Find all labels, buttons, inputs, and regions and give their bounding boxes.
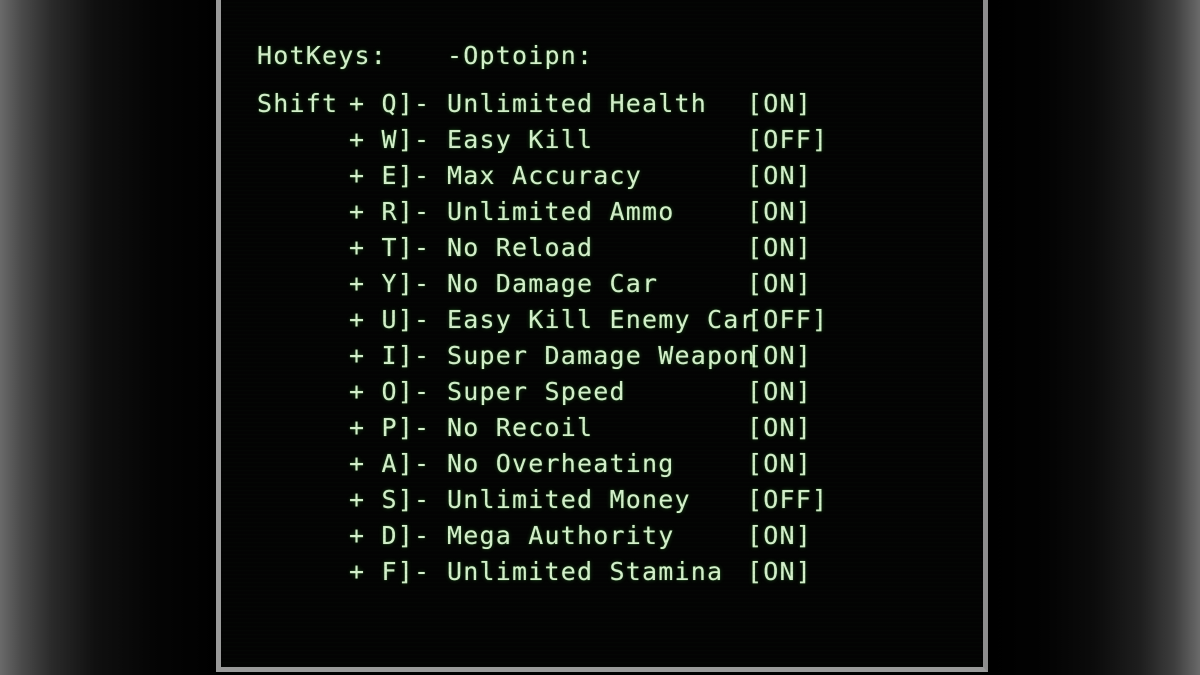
column-header-row: HotKeys: -Optoipn: — [257, 38, 983, 74]
hotkey-binding: + Q]- — [349, 89, 431, 118]
cheat-option-label: No Reload — [447, 233, 594, 262]
cheat-status-badge[interactable]: [ON] — [747, 86, 867, 122]
cheat-option-row[interactable]: + W]- Easy Kill [OFF] — [257, 122, 983, 158]
cheat-option-label: Super Damage Weapon — [447, 341, 756, 370]
right-vignette — [988, 0, 1200, 675]
hotkey-binding: + D]- — [349, 521, 431, 550]
cheat-option-row[interactable]: + A]- No Overheating [ON] — [257, 446, 983, 482]
cheat-status-badge[interactable]: [ON] — [747, 158, 867, 194]
cheat-option-label: No Recoil — [447, 413, 594, 442]
cheat-option-label: Easy Kill Enemy Car — [447, 305, 756, 334]
cheat-option-label: Unlimited Ammo — [447, 197, 675, 226]
cheat-status-badge[interactable]: [ON] — [747, 554, 867, 590]
cheat-option-row[interactable]: + E]- Max Accuracy [ON] — [257, 158, 983, 194]
hotkey-binding: + A]- — [349, 449, 431, 478]
hotkey-binding: + W]- — [349, 125, 431, 154]
cheat-status-badge[interactable]: [OFF] — [747, 302, 867, 338]
hotkey-binding: + S]- — [349, 485, 431, 514]
cheat-option-row[interactable]: + S]- Unlimited Money [OFF] — [257, 482, 983, 518]
cheat-option-label: Max Accuracy — [447, 161, 643, 190]
hotkeys-column-header: HotKeys: — [257, 41, 388, 70]
modifier-key-label: Shift — [257, 89, 339, 118]
hotkey-binding: + P]- — [349, 413, 431, 442]
hotkey-binding: + I]- — [349, 341, 431, 370]
cheat-status-badge[interactable]: [ON] — [747, 410, 867, 446]
cheat-status-badge[interactable]: [ON] — [747, 230, 867, 266]
cheat-option-row[interactable]: + Y]- No Damage Car [ON] — [257, 266, 983, 302]
cheat-option-row[interactable]: + R]- Unlimited Ammo [ON] — [257, 194, 983, 230]
cheat-option-label: Easy Kill — [447, 125, 594, 154]
hotkey-binding: + F]- — [349, 557, 431, 586]
cheat-status-badge[interactable]: [ON] — [747, 266, 867, 302]
cheat-status-badge[interactable]: [OFF] — [747, 122, 867, 158]
cheat-option-label: Mega Authority — [447, 521, 675, 550]
cheat-option-label: Unlimited Health — [447, 89, 708, 118]
cheat-option-label: Super Speed — [447, 377, 626, 406]
cheat-options-list: Shift + Q]- Unlimited Health [ON] + W]- Easy … — [257, 86, 983, 590]
cheat-status-badge[interactable]: [OFF] — [747, 482, 867, 518]
console-content: HotKeys: -Optoipn: Shift + Q]- Unlimited H… — [221, 0, 983, 590]
cheat-option-row[interactable]: + D]- Mega Authority [ON] — [257, 518, 983, 554]
cheat-option-label: Unlimited Money — [447, 485, 691, 514]
cheat-option-label: No Overheating — [447, 449, 675, 478]
cheat-option-label: No Damage Car — [447, 269, 659, 298]
cheat-option-label: Unlimited Stamina — [447, 557, 724, 586]
option-column-header: -Optoipn: — [447, 41, 594, 70]
hotkey-binding: + Y]- — [349, 269, 431, 298]
cheat-status-badge[interactable]: [ON] — [747, 518, 867, 554]
cheat-status-badge[interactable]: [ON] — [747, 194, 867, 230]
hotkey-binding: + O]- — [349, 377, 431, 406]
cheat-option-row[interactable]: + U]- Easy Kill Enemy Car [OFF] — [257, 302, 983, 338]
left-vignette — [0, 0, 216, 675]
cheat-option-row[interactable]: + I]- Super Damage Weapon [ON] — [257, 338, 983, 374]
cheat-option-row[interactable]: + O]- Super Speed [ON] — [257, 374, 983, 410]
cheat-option-row[interactable]: + F]- Unlimited Stamina [ON] — [257, 554, 983, 590]
cheat-status-badge[interactable]: [ON] — [747, 374, 867, 410]
cheat-status-badge[interactable]: [ON] — [747, 338, 867, 374]
hotkey-binding: + T]- — [349, 233, 431, 262]
cheat-option-row[interactable]: Shift + Q]- Unlimited Health [ON] — [257, 86, 983, 122]
hotkey-binding: + E]- — [349, 161, 431, 190]
hotkey-binding: + U]- — [349, 305, 431, 334]
cheat-option-row[interactable]: + P]- No Recoil [ON] — [257, 410, 983, 446]
hotkey-binding: + R]- — [349, 197, 431, 226]
screen-stage: HotKeys: -Optoipn: Shift + Q]- Unlimited H… — [0, 0, 1200, 675]
trainer-console-window: HotKeys: -Optoipn: Shift + Q]- Unlimited H… — [216, 0, 988, 672]
cheat-status-badge[interactable]: [ON] — [747, 446, 867, 482]
cheat-option-row[interactable]: + T]- No Reload [ON] — [257, 230, 983, 266]
